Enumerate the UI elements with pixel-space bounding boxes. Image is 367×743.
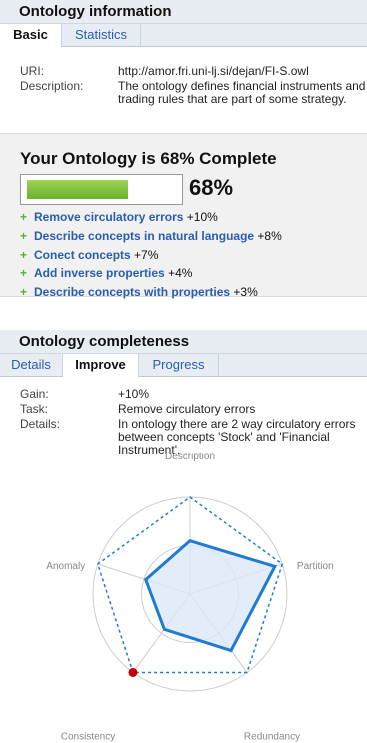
suggestion-item: + Add inverse properties +4% xyxy=(20,266,192,280)
details-value: In ontology there are 2 way circulatory … xyxy=(118,417,356,457)
task-value: Remove circulatory errors xyxy=(118,402,256,416)
completeness-panel-tabs: Details Improve Progress xyxy=(0,354,367,378)
suggestion-link[interactable]: Remove circulatory errors xyxy=(34,210,183,224)
uri-value: http://amor.fri.uni-lj.si/dejan/FI-S.owl xyxy=(118,64,309,78)
plus-icon: + xyxy=(20,229,28,243)
suggestion-item: + Describe concepts in natural language +… xyxy=(20,229,282,243)
description-value: The ontology defines financial instrumen… xyxy=(118,79,366,106)
suggestion-gain: +3% xyxy=(233,285,258,299)
info-panel-title: Ontology information xyxy=(0,0,367,24)
suggestion-item: + Remove circulatory errors +10% xyxy=(20,210,218,224)
radar-axis-label: Redundancy xyxy=(244,731,300,742)
uri-row: URI: http://amor.fri.uni-lj.si/dejan/FI-… xyxy=(20,65,367,79)
completeness-summary-title: Your Ontology is 68% Complete xyxy=(20,149,277,168)
tab-basic[interactable]: Basic xyxy=(0,24,62,48)
radar-axis-label: Anomaly xyxy=(46,561,85,572)
details-label: Details: xyxy=(20,417,61,431)
plus-icon: + xyxy=(20,266,28,280)
completeness-progress-bar xyxy=(20,174,183,205)
radar-axis-label: Description xyxy=(165,453,215,462)
suggestion-link[interactable]: Describe concepts in natural language xyxy=(34,229,254,243)
suggestion-link[interactable]: Add inverse properties xyxy=(34,266,165,280)
radar-axis-label: Consistency xyxy=(61,731,115,742)
tab-details[interactable]: Details xyxy=(0,354,63,377)
suggestion-gain: +10% xyxy=(186,210,218,224)
plus-icon: + xyxy=(20,285,28,299)
suggestion-link[interactable]: Conect concepts xyxy=(34,248,131,262)
tab-statistics[interactable]: Statistics xyxy=(62,24,141,47)
suggestion-gain: +8% xyxy=(257,229,282,243)
radar-current-shape xyxy=(143,538,278,653)
info-panel-tabs: Basic Statistics xyxy=(0,24,367,48)
uri-label: URI: xyxy=(20,64,44,78)
tab-improve[interactable]: Improve xyxy=(63,354,139,378)
radar-highlight-dot xyxy=(128,667,138,677)
tab-progress[interactable]: Progress xyxy=(139,354,219,377)
completeness-percent: 68% xyxy=(189,175,234,200)
suggestion-item: + Describe concepts with properties +3% xyxy=(20,285,258,299)
task-row: Task: Remove circulatory errors xyxy=(20,403,367,417)
description-label: Description: xyxy=(20,79,84,93)
task-label: Task: xyxy=(20,402,49,416)
plus-icon: + xyxy=(20,210,28,224)
suggestion-gain: +4% xyxy=(168,266,193,280)
gain-row: Gain: +10% xyxy=(20,388,367,402)
radar-axis-label: Partition xyxy=(297,561,334,572)
completeness-panel-title: Ontology completeness xyxy=(0,330,367,354)
description-row: Description: The ontology defines financ… xyxy=(20,80,367,125)
completeness-progress-fill xyxy=(27,180,129,199)
suggestion-gain: +7% xyxy=(134,248,159,262)
suggestion-link[interactable]: Describe concepts with properties xyxy=(34,285,230,299)
gain-label: Gain: xyxy=(20,387,49,401)
plus-icon: + xyxy=(20,248,28,262)
gain-value: +10% xyxy=(118,387,150,401)
suggestion-item: + Conect concepts +7% xyxy=(20,248,158,262)
completeness-radar-chart: Description Partition Redundancy Consistenc… xyxy=(46,453,334,742)
